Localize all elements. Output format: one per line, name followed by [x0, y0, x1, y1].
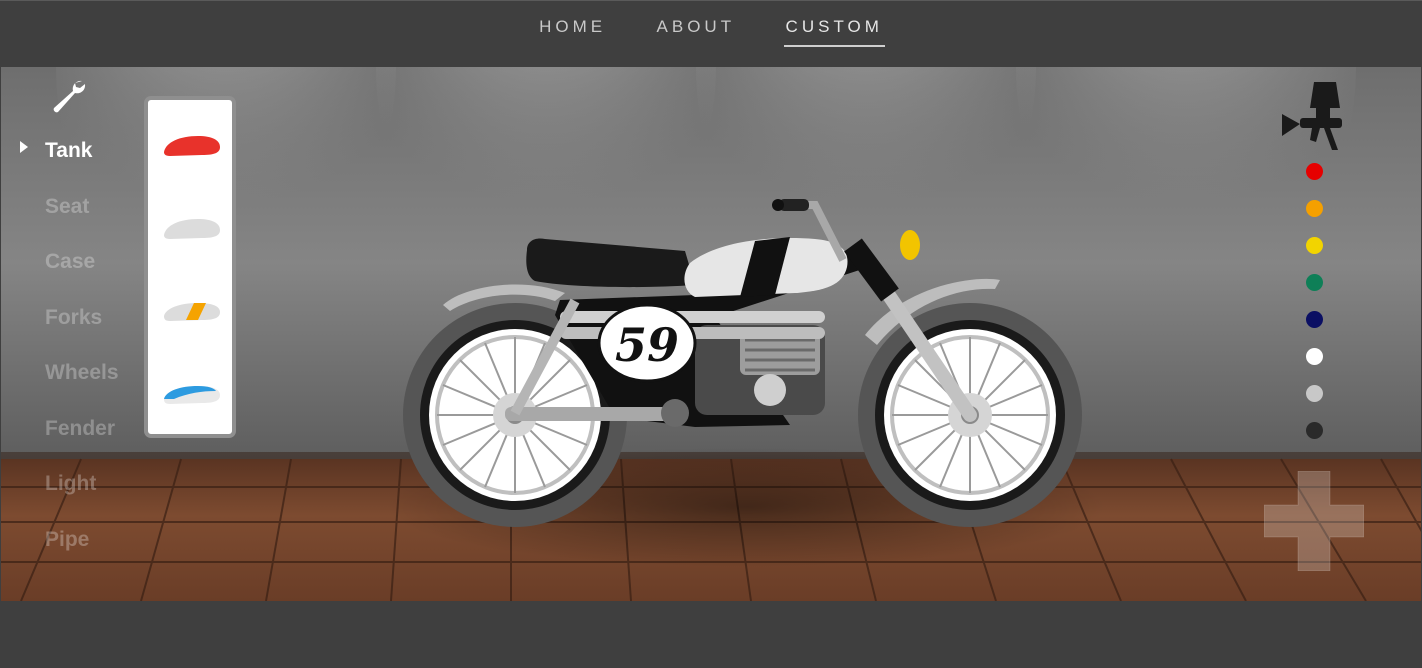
top-navigation-bar: HOME ABOUT CUSTOM [0, 0, 1422, 67]
fuel-tank [684, 237, 848, 297]
nav-about[interactable]: ABOUT [655, 17, 738, 45]
spray-gun-icon[interactable] [1280, 80, 1348, 152]
part-item-seat[interactable]: Seat [45, 195, 89, 219]
color-swatch-yellow[interactable] [1306, 237, 1323, 254]
race-number: 59 [615, 318, 679, 372]
color-swatch-white[interactable] [1306, 348, 1323, 365]
tank-option-silver-orange-stripe[interactable] [162, 296, 222, 328]
part-item-forks[interactable]: Forks [45, 306, 102, 330]
part-item-light[interactable]: Light [45, 472, 96, 496]
color-swatch-orange[interactable] [1306, 200, 1323, 217]
color-swatch-green[interactable] [1306, 274, 1323, 291]
part-item-pipe[interactable]: Pipe [45, 528, 89, 552]
tank-options-panel [144, 96, 236, 438]
color-swatch-navy[interactable] [1306, 311, 1323, 328]
tank-option-white-blue[interactable] [162, 379, 222, 411]
fork-clamp [844, 238, 899, 302]
seat [526, 238, 695, 288]
part-item-case[interactable]: Case [45, 250, 95, 274]
dpad-icon[interactable] [1264, 471, 1364, 571]
color-swatch-black[interactable] [1306, 422, 1323, 439]
wrench-icon[interactable] [48, 78, 90, 114]
swingarm [505, 407, 685, 421]
tank-option-red[interactable] [162, 130, 222, 162]
headlight [900, 230, 920, 260]
footer-bar [0, 601, 1422, 668]
part-item-fender[interactable]: Fender [45, 417, 115, 441]
nav-home[interactable]: HOME [537, 17, 608, 45]
part-item-tank[interactable]: Tank [45, 139, 92, 163]
tank-option-silver[interactable] [162, 213, 222, 245]
nav-custom[interactable]: CUSTOM [783, 17, 885, 47]
color-swatch-silver[interactable] [1306, 385, 1323, 402]
selected-caret-icon [20, 141, 28, 153]
color-swatch-red[interactable] [1306, 163, 1323, 180]
part-item-wheels[interactable]: Wheels [45, 361, 119, 385]
motorcycle-illustration: 59 [403, 199, 1082, 527]
main-nav: HOME ABOUT CUSTOM [0, 17, 1422, 47]
